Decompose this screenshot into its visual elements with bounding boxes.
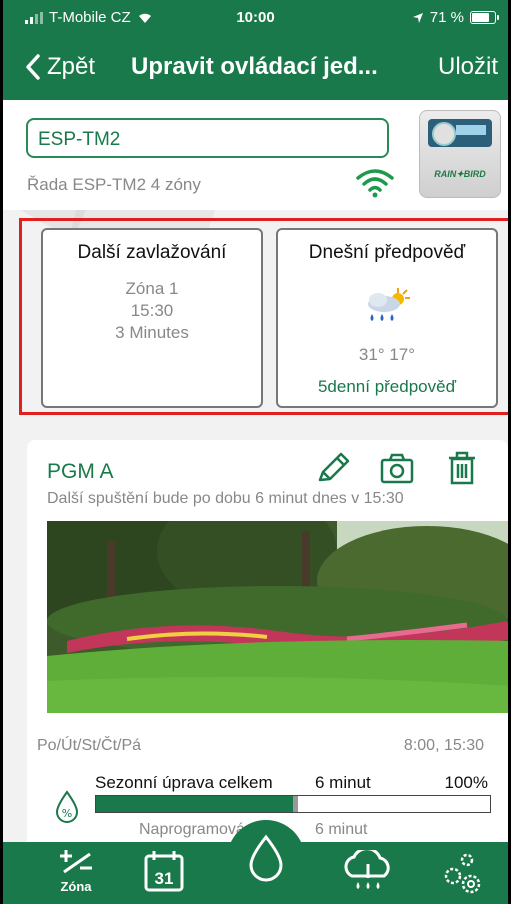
programmed-minutes: 6 minut bbox=[315, 821, 368, 838]
app-screen: T-Mobile CZ 10:00 71 % Zpět Upravit ovlá… bbox=[0, 0, 511, 904]
seasonal-adjust-minutes: 6 minut bbox=[315, 773, 371, 792]
seasonal-adjust-percent: 100% bbox=[444, 773, 488, 792]
program-name: PGM A bbox=[47, 460, 114, 483]
calendar-day: 31 bbox=[155, 869, 174, 888]
calendar-icon: 31 bbox=[144, 851, 184, 892]
tab-calendar[interactable]: 31 bbox=[139, 848, 189, 899]
tab-weather[interactable] bbox=[338, 847, 398, 899]
rain-sun-icon bbox=[368, 288, 410, 321]
seasonal-adjust-label: Sezonní úprava celkem bbox=[95, 773, 273, 792]
forecast-card[interactable]: Dnešní předpověď 31° 17° 5denní předpově… bbox=[276, 228, 498, 408]
program-next-run: Další spuštění bude po dobu 6 minut dnes… bbox=[47, 490, 404, 507]
edit-pencil-icon[interactable] bbox=[314, 450, 354, 486]
controller-header: ESP-TM2 Řada ESP-TM2 4 zóny RAIN✦BIRD bbox=[3, 100, 508, 210]
tab-zone[interactable]: Zóna bbox=[51, 846, 101, 894]
tab-water-center-button[interactable] bbox=[227, 820, 305, 898]
seasonal-adjust-bar[interactable] bbox=[95, 795, 491, 813]
garden-photo bbox=[47, 521, 508, 713]
location-arrow-icon bbox=[412, 12, 423, 23]
five-day-forecast-link[interactable]: 5denní předpověď bbox=[278, 377, 496, 397]
device-brand: RAIN✦BIRD bbox=[434, 169, 486, 179]
water-drop-icon bbox=[249, 834, 283, 882]
trash-icon[interactable] bbox=[445, 450, 479, 486]
program-days: Po/Út/St/Čt/Pá bbox=[37, 737, 142, 754]
page-title: Upravit ovládací jed... bbox=[131, 53, 378, 80]
controller-device-image: RAIN✦BIRD bbox=[419, 110, 501, 198]
forecast-title: Dnešní předpověď bbox=[308, 242, 466, 263]
percent-drop-icon: % bbox=[55, 790, 79, 823]
battery-status: 71 % bbox=[412, 9, 499, 26]
tab-settings[interactable] bbox=[441, 850, 485, 901]
chevron-left-icon bbox=[26, 54, 40, 80]
next-watering-title: Další zavlažování bbox=[77, 242, 227, 263]
program-start-times: 8:00, 15:30 bbox=[403, 737, 484, 754]
status-bar: T-Mobile CZ 10:00 71 % bbox=[3, 0, 508, 36]
tab-bar: Zóna 31 bbox=[3, 820, 508, 904]
save-button[interactable]: Uložit bbox=[438, 53, 498, 81]
program-card: PGM A Další spuštění bude po dobu 6 minu… bbox=[27, 440, 508, 850]
back-button[interactable]: Zpět bbox=[25, 53, 95, 81]
seasonal-adjust-bar-fill bbox=[96, 796, 293, 812]
next-watering-zone: Zóna 1 bbox=[125, 279, 179, 298]
camera-icon[interactable] bbox=[379, 450, 415, 486]
next-watering-card[interactable]: Další zavlažování Zóna 1 15:30 3 Minutes bbox=[41, 228, 263, 408]
forecast-temps: 31° 17° bbox=[358, 345, 416, 364]
controller-name-field[interactable]: ESP-TM2 bbox=[26, 118, 389, 158]
next-watering-time: 15:30 bbox=[130, 301, 174, 320]
wifi-icon bbox=[356, 169, 394, 198]
controller-subtitle: Řada ESP-TM2 4 zóny bbox=[27, 175, 201, 194]
navigation-bar: Zpět Upravit ovládací jed... Uložit bbox=[3, 36, 508, 100]
cloud-rain-icon bbox=[344, 847, 390, 889]
battery-icon bbox=[470, 11, 499, 24]
next-watering-duration: 3 Minutes bbox=[115, 323, 189, 342]
plus-minus-icon bbox=[60, 850, 92, 874]
back-label: Zpět bbox=[47, 53, 96, 80]
gears-icon bbox=[444, 853, 481, 894]
svg-text:%: % bbox=[62, 807, 72, 820]
tab-zone-label: Zóna bbox=[60, 879, 92, 894]
battery-percent: 71 % bbox=[429, 9, 464, 26]
seasonal-adjust-handle[interactable] bbox=[293, 796, 298, 812]
